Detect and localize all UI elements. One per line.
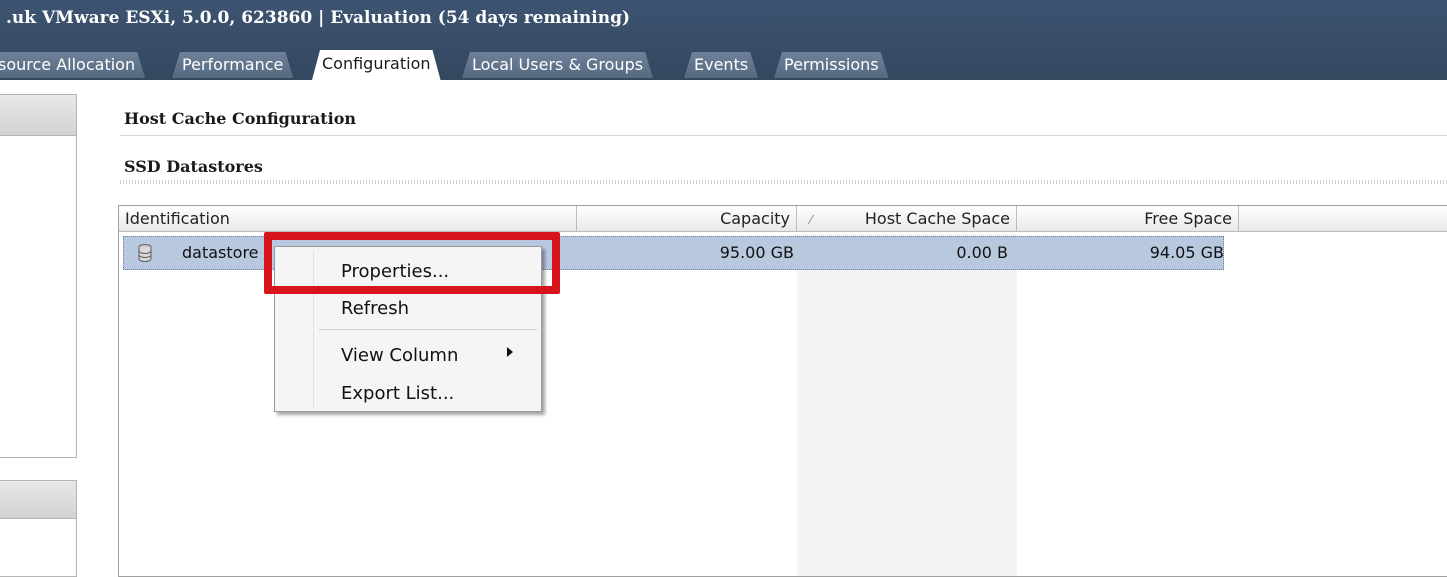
menu-item-view-column[interactable]: View Column — [341, 342, 458, 370]
tab-configuration[interactable]: Configuration — [312, 50, 441, 80]
tab-performance[interactable]: Performance — [172, 52, 293, 78]
menu-item-refresh[interactable]: Refresh — [341, 295, 409, 323]
sort-indicator-icon: ⁄ — [809, 213, 812, 227]
chevron-right-icon — [507, 347, 513, 357]
tab-permissions[interactable]: Permissions — [774, 52, 889, 78]
left-panel-header[interactable] — [0, 481, 76, 519]
divider — [120, 180, 1447, 184]
menu-item-export-list[interactable]: Export List... — [341, 380, 454, 408]
page-title: Host Cache Configuration — [124, 109, 357, 128]
divider — [120, 135, 1447, 136]
datastore-icon — [138, 244, 152, 262]
tab-resource-allocation[interactable]: source Allocation — [0, 52, 145, 78]
cell-identification: datastore — [182, 243, 259, 262]
tab-events[interactable]: Events — [684, 52, 758, 78]
highlight-box — [264, 232, 560, 294]
left-panel-header[interactable] — [0, 95, 76, 136]
section-title: SSD Datastores — [124, 157, 263, 176]
tab-local-users-groups[interactable]: Local Users & Groups — [462, 52, 653, 78]
menu-separator — [319, 329, 537, 330]
window-title: .uk VMware ESXi, 5.0.0, 623860 | Evaluat… — [6, 8, 631, 28]
sorted-column-shade — [797, 234, 1017, 576]
column-header-capacity[interactable]: Capacity — [577, 206, 797, 232]
left-panel-hardware — [0, 94, 77, 458]
column-header-identification[interactable]: Identification — [119, 206, 577, 232]
cell-host-cache-space: 0.00 B — [956, 243, 1008, 262]
left-panel-software — [0, 480, 77, 577]
title-bar: .uk VMware ESXi, 5.0.0, 623860 | Evaluat… — [0, 0, 1447, 80]
cell-capacity: 95.00 GB — [719, 243, 794, 262]
column-header-host-cache-space[interactable]: Host Cache Space — [797, 206, 1017, 232]
column-header-free-space[interactable]: Free Space — [1017, 206, 1239, 232]
column-header-empty — [1239, 206, 1447, 232]
cell-free-space: 94.05 GB — [1149, 243, 1224, 262]
